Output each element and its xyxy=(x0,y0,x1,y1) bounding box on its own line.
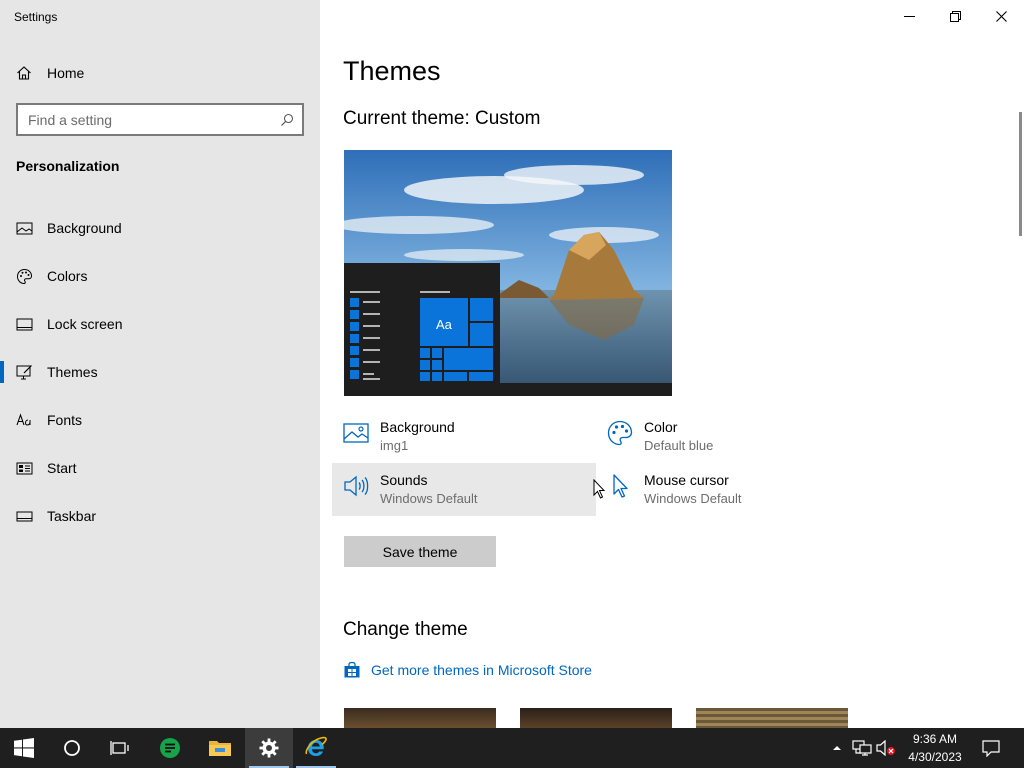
sidebar-item-label: Fonts xyxy=(47,412,83,428)
sidebar-item-label: Colors xyxy=(47,268,88,284)
store-icon xyxy=(344,661,360,678)
app-title: Settings xyxy=(14,10,58,24)
theme-preview-image xyxy=(344,150,672,396)
windows-logo-icon xyxy=(14,738,34,758)
color-title: Color xyxy=(644,419,678,435)
search-input[interactable] xyxy=(28,111,280,128)
volume-muted-icon xyxy=(876,740,895,756)
home-icon xyxy=(17,66,31,80)
mouse-cursor-property[interactable]: Mouse cursor Windows Default xyxy=(596,463,860,516)
lock-screen-icon xyxy=(16,318,33,330)
close-button[interactable] xyxy=(978,0,1024,32)
sidebar-item-label: Lock screen xyxy=(47,316,123,332)
theme-thumbnail[interactable] xyxy=(520,708,672,728)
sidebar-item-label: Taskbar xyxy=(47,508,97,524)
search-icon[interactable] xyxy=(280,113,294,127)
palette-icon xyxy=(16,268,33,284)
save-theme-button[interactable]: Save theme xyxy=(344,536,496,567)
background-value: img1 xyxy=(380,438,409,453)
start-button[interactable] xyxy=(0,728,48,768)
sounds-property[interactable]: Sounds Windows Default xyxy=(332,463,596,516)
close-icon xyxy=(995,10,1007,22)
clock-time: 9:36 AM xyxy=(912,732,958,746)
cortana-button[interactable] xyxy=(48,728,96,768)
home-label: Home xyxy=(47,65,85,81)
microsoft-store-link[interactable]: Get more themes in Microsoft Store xyxy=(343,661,592,679)
theme-preview: Aa xyxy=(344,150,672,396)
palette-icon xyxy=(607,420,633,446)
action-center-button[interactable] xyxy=(980,739,1002,757)
internet-explorer-icon xyxy=(305,736,327,756)
network-icon xyxy=(852,740,872,756)
sidebar-item-start[interactable]: Start xyxy=(0,444,320,492)
picture-icon xyxy=(343,423,369,443)
notes-app-button[interactable] xyxy=(146,728,194,768)
fonts-icon xyxy=(16,412,31,426)
section-heading: Personalization xyxy=(16,158,120,174)
search-box[interactable] xyxy=(16,103,304,136)
page-title: Themes xyxy=(343,56,441,86)
preview-tile-label: Aa xyxy=(436,317,452,332)
change-theme-heading: Change theme xyxy=(343,619,468,640)
task-view-button[interactable] xyxy=(96,728,144,768)
notes-app-icon xyxy=(160,738,180,758)
volume-status[interactable] xyxy=(876,740,896,756)
color-property[interactable]: Color Default blue xyxy=(596,410,860,463)
background-property[interactable]: Background img1 xyxy=(332,410,596,463)
chevron-up-icon xyxy=(833,746,841,750)
sidebar-nav: Background Colors Lock screen Themes Fon… xyxy=(0,204,320,540)
settings-icon xyxy=(259,738,279,758)
theme-thumbnail[interactable] xyxy=(344,708,496,728)
picture-icon xyxy=(16,222,33,234)
store-link-label: Get more themes in Microsoft Store xyxy=(371,662,592,678)
sidebar-item-label: Start xyxy=(47,460,77,476)
network-status[interactable] xyxy=(851,740,873,756)
color-value: Default blue xyxy=(644,438,714,453)
themes-icon xyxy=(16,364,32,379)
theme-thumbnail[interactable] xyxy=(696,708,848,728)
cursor-icon xyxy=(613,474,628,498)
file-explorer-icon xyxy=(209,741,231,756)
minimize-icon xyxy=(903,15,915,17)
sidebar-item-colors[interactable]: Colors xyxy=(0,252,320,300)
speaker-icon xyxy=(344,475,369,497)
internet-explorer-button[interactable] xyxy=(292,728,340,768)
current-theme-heading: Current theme: Custom xyxy=(343,108,541,129)
notification-icon xyxy=(982,739,1000,757)
cortana-icon xyxy=(64,740,80,756)
home-link[interactable]: Home xyxy=(16,62,84,84)
mouse-cursor-title: Mouse cursor xyxy=(644,472,729,488)
scrollbar-thumb[interactable] xyxy=(1019,112,1022,236)
mouse-pointer xyxy=(593,479,606,499)
sidebar-item-label: Themes xyxy=(47,364,98,380)
restore-button[interactable] xyxy=(932,0,978,32)
sidebar-item-background[interactable]: Background xyxy=(0,204,320,252)
show-hidden-icons[interactable] xyxy=(830,740,844,756)
sounds-title: Sounds xyxy=(380,472,428,488)
taskbar-icon xyxy=(16,511,33,521)
start-icon xyxy=(16,462,33,474)
sidebar-item-taskbar[interactable]: Taskbar xyxy=(0,492,320,540)
minimize-button[interactable] xyxy=(886,0,932,32)
sounds-value: Windows Default xyxy=(380,491,478,506)
taskbar: 9:36 AM 4/30/2023 xyxy=(0,728,1024,768)
sidebar-item-label: Background xyxy=(47,220,122,236)
sidebar: Settings Home Personalization Background… xyxy=(0,0,320,728)
sidebar-item-lock-screen[interactable]: Lock screen xyxy=(0,300,320,348)
sidebar-item-fonts[interactable]: Fonts xyxy=(0,396,320,444)
file-explorer-button[interactable] xyxy=(196,728,244,768)
task-view-icon xyxy=(110,741,129,755)
mouse-cursor-value: Windows Default xyxy=(644,491,742,506)
settings-taskbar-button[interactable] xyxy=(245,728,293,768)
sidebar-item-themes[interactable]: Themes xyxy=(0,348,320,396)
restore-icon xyxy=(949,10,961,22)
clock-date: 4/30/2023 xyxy=(908,750,962,764)
background-title: Background xyxy=(380,419,455,435)
taskbar-clock[interactable]: 9:36 AM 4/30/2023 xyxy=(898,730,972,766)
